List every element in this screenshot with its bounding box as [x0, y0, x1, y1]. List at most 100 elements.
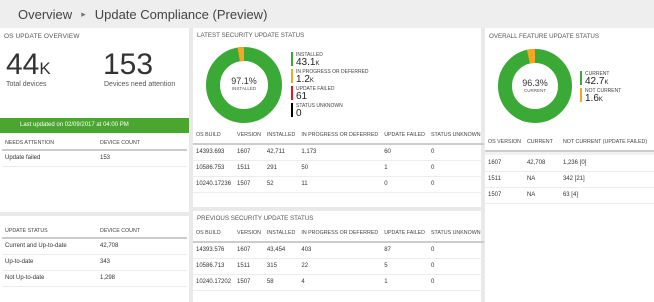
table-row[interactable]: 1511 NA 342 [21] — [485, 171, 654, 188]
table-row[interactable]: 10240.17236 1507 52 11 0 0 — [193, 176, 484, 193]
table-cell: 11 — [298, 176, 382, 193]
divider — [0, 212, 189, 216]
table-cell: 42,708 — [97, 238, 187, 255]
table-row[interactable]: Current and Up-to-date 42,708 — [2, 238, 187, 255]
table-cell: 0 — [428, 144, 484, 161]
table-cell: 153 — [97, 150, 187, 167]
last-updated-banner: Last updated on 02/09/2017 at 04:00 PM — [0, 118, 189, 133]
table-cell: 0 — [381, 176, 429, 193]
table-cell: 0 — [428, 242, 484, 259]
latest-security-table: OS BUILD VERSION INSTALLED IN PROGRESS O… — [193, 126, 484, 193]
status-table: UPDATE STATUS DEVICE COUNT Current and U… — [2, 224, 187, 287]
tile-title: OS UPDATE OVERVIEW — [4, 33, 80, 40]
table-cell: 0 — [428, 176, 484, 193]
table-row[interactable]: 10586.753 1511 291 50 1 0 — [193, 160, 484, 177]
breadcrumb: Overview ▸ Update Compliance (Preview) — [0, 0, 654, 28]
table-row[interactable]: 10240.17202 1507 58 4 1 0 — [193, 274, 484, 291]
table-cell: 1607 — [234, 144, 264, 161]
table-cell: 43,454 — [263, 242, 299, 259]
table-cell: Update failed — [2, 150, 97, 167]
donut-caption: CURRENT — [524, 88, 546, 93]
table-row[interactable]: 14393.693 1607 42,711 1,173 60 0 — [193, 144, 484, 161]
table-cell: 315 — [263, 258, 299, 275]
table-cell: 1,236 [0] — [559, 155, 654, 172]
table-cell: NA — [523, 171, 560, 188]
security-update-tile[interactable]: LATEST SECURITY UPDATE STATUS 97.1% INST… — [193, 28, 484, 302]
column-header: OS VERSION — [485, 133, 524, 152]
table-cell: 4 — [298, 274, 382, 291]
feature-update-tile[interactable]: OVERALL FEATURE UPDATE STATUS 96.3% CURR… — [485, 28, 654, 302]
tile-title: OVERALL FEATURE UPDATE STATUS — [489, 33, 600, 40]
table-cell: 10240.17202 — [193, 274, 235, 291]
table-row[interactable]: Not Up-to-date 1,298 — [2, 270, 187, 287]
table-cell: Not Up-to-date — [2, 270, 97, 287]
table-cell: 10240.17236 — [193, 176, 235, 193]
page-title: Update Compliance (Preview) — [94, 6, 268, 22]
table-cell: 10586.713 — [193, 258, 235, 275]
table-cell: 58 — [263, 274, 299, 291]
legend-in-progress: IN PROGRESS OR DEFERRED 1.2K — [291, 69, 369, 85]
column-header: STATUS UNKNOWN — [428, 224, 484, 243]
table-cell: Current and Up-to-date — [2, 238, 97, 255]
table-cell: NA — [523, 187, 560, 204]
table-cell: 60 — [381, 144, 429, 161]
attention-table: NEEDS ATTENTION DEVICE COUNT Update fail… — [2, 136, 187, 167]
feature-table: OS VERSION CURRENT NOT CURRENT (UPDATE F… — [485, 133, 654, 204]
table-cell: 1,173 — [298, 144, 382, 161]
table-cell: 1507 — [234, 274, 264, 291]
table-row[interactable]: Up-to-date 343 — [2, 254, 187, 271]
table-cell: 0 — [428, 258, 484, 275]
column-header: OS BUILD — [193, 126, 235, 145]
column-header: DEVICE COUNT — [97, 224, 187, 239]
column-header: INSTALLED — [263, 224, 299, 243]
attention-count-label: Devices need attention — [104, 81, 176, 88]
table-cell: 342 [21] — [559, 171, 654, 188]
attention-count-value: 153 — [103, 48, 154, 81]
table-row[interactable]: Update failed 153 — [2, 150, 187, 167]
table-cell: 1 — [381, 160, 429, 177]
previous-security-table: OS BUILD VERSION INSTALLED IN PROGRESS O… — [193, 224, 484, 291]
column-header: UPDATE STATUS — [2, 224, 97, 239]
table-cell: 0 — [428, 160, 484, 177]
os-update-overview-tile[interactable]: OS UPDATE OVERVIEW 44K Total devices 153… — [0, 28, 189, 302]
column-header: NOT CURRENT (UPDATE FAILED) — [559, 133, 654, 152]
donut-center-label: 97.1% INSTALLED — [221, 76, 267, 91]
table-cell: 1507 — [485, 187, 524, 204]
column-header: UPDATE FAILED — [381, 224, 429, 243]
column-header: DEVICE COUNT — [97, 136, 187, 151]
column-header: NEEDS ATTENTION — [2, 136, 97, 151]
donut-caption: INSTALLED — [231, 86, 257, 91]
table-cell: 1511 — [234, 160, 264, 177]
table-cell: 42,711 — [263, 144, 299, 161]
table-cell: 343 — [97, 254, 187, 271]
table-cell: 10586.753 — [193, 160, 235, 177]
legend-installed: INSTALLED 43.1K — [291, 52, 369, 68]
table-row[interactable]: 1507 NA 63 [4] — [485, 187, 654, 204]
legend-update-failed: UPDATE FAILED 61 — [291, 86, 369, 102]
legend-current: CURRENT 42.7K — [580, 71, 621, 87]
table-cell: 1607 — [234, 242, 264, 259]
table-cell: 50 — [298, 160, 382, 177]
chevron-right-icon: ▸ — [81, 8, 86, 19]
table-cell: 14393.576 — [193, 242, 235, 259]
table-cell: 14393.693 — [193, 144, 235, 161]
breadcrumb-overview[interactable]: Overview — [18, 7, 72, 22]
column-header: VERSION — [234, 224, 264, 243]
column-header: IN PROGRESS OR DEFERRED — [298, 126, 382, 145]
column-header: INSTALLED — [263, 126, 299, 145]
donut-percent: 97.1% — [231, 76, 257, 86]
column-header: IN PROGRESS OR DEFERRED — [298, 224, 382, 243]
total-devices-label: Total devices — [6, 81, 47, 88]
table-cell: 403 — [298, 242, 382, 259]
table-cell: 1511 — [485, 171, 524, 188]
column-header: VERSION — [234, 126, 264, 145]
legend-status-unknown: STATUS UNKNOWN 0 — [291, 103, 369, 119]
table-cell: 1 — [381, 274, 429, 291]
table-row[interactable]: 14393.576 1607 43,454 403 87 0 — [193, 242, 484, 259]
legend-not-current: NOT CURRENT 1.6K — [580, 88, 621, 104]
previous-security-title: PREVIOUS SECURITY UPDATE STATUS — [197, 215, 314, 222]
table-cell: 52 — [263, 176, 299, 193]
table-cell: 87 — [381, 242, 429, 259]
table-row[interactable]: 10586.713 1511 315 22 5 0 — [193, 258, 484, 275]
table-row[interactable]: 1607 42,708 1,236 [0] — [485, 155, 654, 172]
